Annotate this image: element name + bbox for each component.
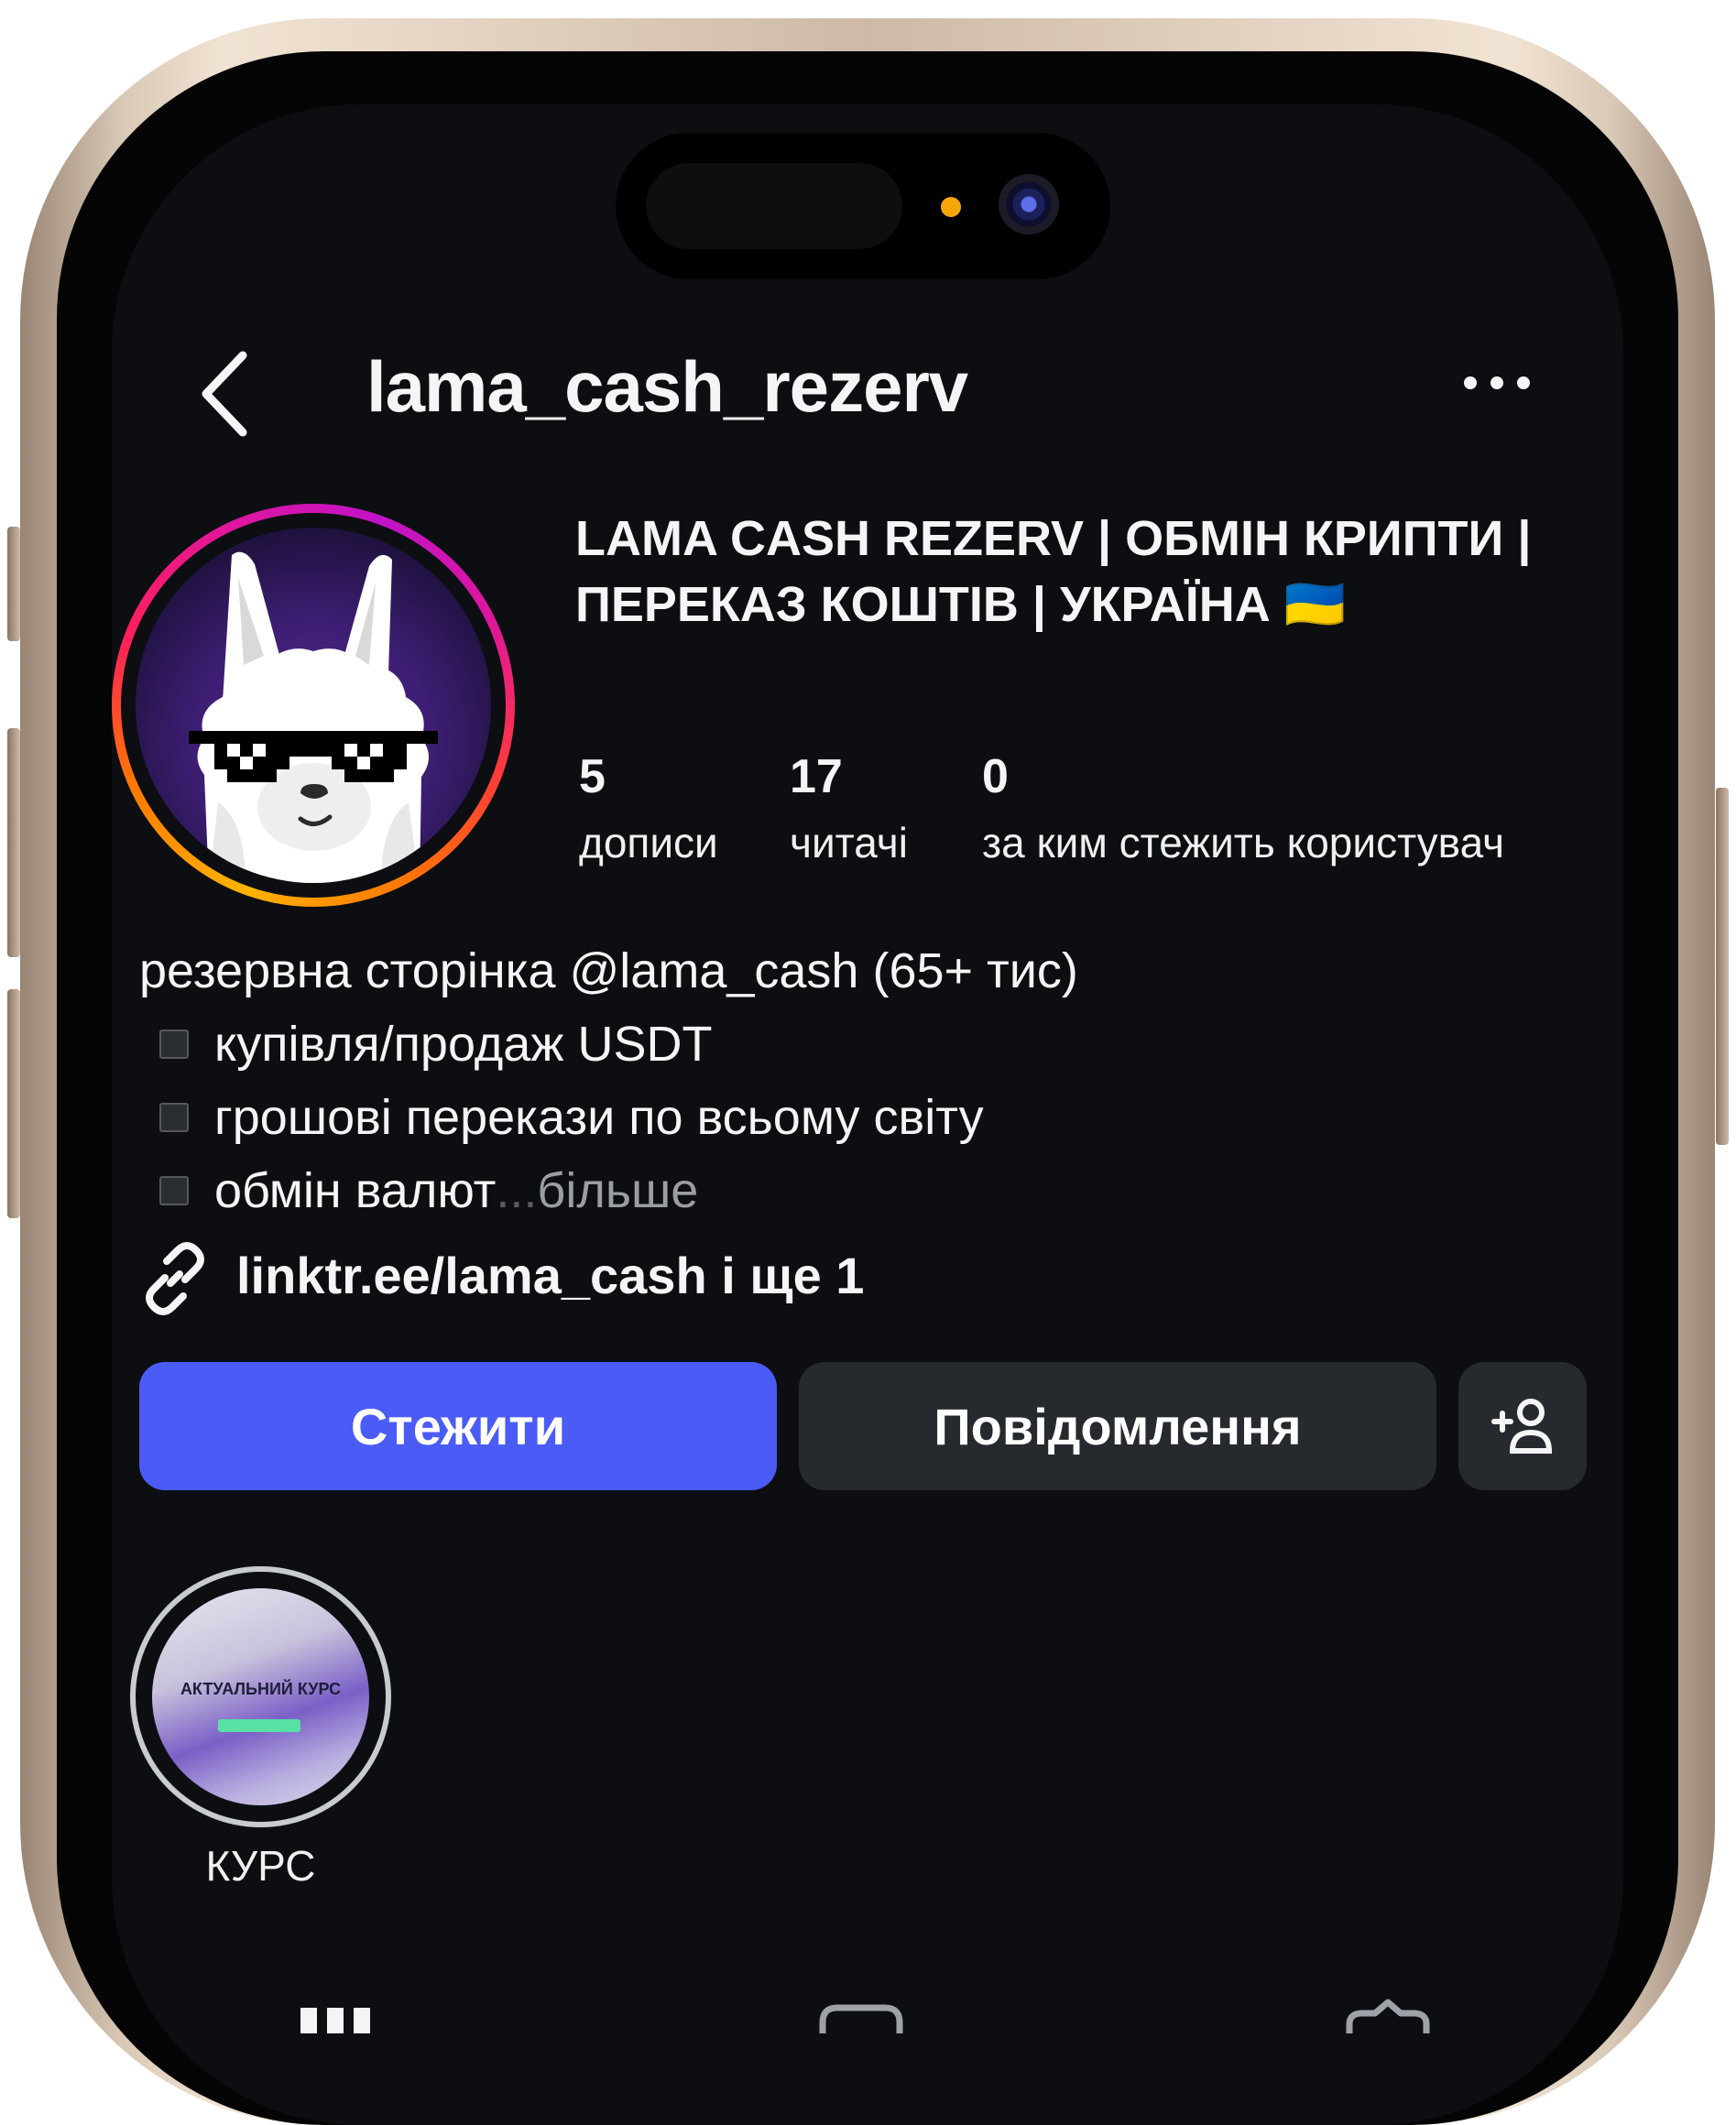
profile-username: lama_cash_rezerv [366, 346, 968, 427]
chevron-left-icon[interactable] [192, 348, 257, 440]
privacy-indicator-dot [941, 197, 961, 217]
profile-bio: резервна сторінка @lama_cash (65+ тис) к… [139, 934, 1078, 1227]
following-label[interactable]: за ким стежить користувач [982, 818, 1504, 867]
bio-line: обмін валют... більше [139, 1154, 1078, 1227]
posts-label[interactable]: дописи [579, 818, 718, 867]
bio-line: грошові перекази по всьому світу [139, 1081, 1078, 1154]
posts-count[interactable]: 5 [579, 749, 606, 804]
followers-count[interactable]: 17 [790, 749, 843, 804]
more-horizontal-icon[interactable] [1464, 373, 1530, 395]
profile-full-name: LAMA CASH REZERV | ОБМІН КРИПТИ | ПЕРЕКА… [575, 511, 1532, 632]
dynamic-island [616, 133, 1110, 279]
followers-label[interactable]: читачі [790, 818, 908, 867]
avatar-story-ring[interactable] [112, 504, 515, 907]
volume-up-button [7, 728, 20, 957]
square-bullet-icon [159, 1176, 189, 1205]
highlight-kurs[interactable]: АКТУАЛЬНИЙ КУРС [130, 1566, 391, 1827]
avatar [136, 528, 491, 883]
follow-button[interactable]: Стежити [139, 1362, 777, 1490]
highlight-label: КУРС [205, 1842, 316, 1890]
highlight-cover-text: АКТУАЛЬНИЙ КУРС [180, 1680, 342, 1698]
grid-tab-icon[interactable] [298, 1997, 376, 2033]
front-camera [999, 174, 1059, 234]
volume-down-button [7, 989, 20, 1218]
add-user-button[interactable] [1458, 1362, 1587, 1490]
mute-switch [7, 527, 20, 641]
bio-more-link[interactable]: більше [537, 1154, 698, 1227]
bio-ellipsis: ... [496, 1163, 538, 1218]
bio-line: купівля/продаж USDT [139, 1008, 1078, 1081]
square-bullet-icon [159, 1103, 189, 1132]
llama-logo [189, 551, 438, 883]
profile-link[interactable]: linktr.ee/lama_cash і ще 1 [236, 1246, 864, 1305]
reels-tab-icon[interactable] [815, 1997, 907, 2033]
add-user-icon [1491, 1399, 1553, 1454]
square-bullet-icon [159, 1030, 189, 1059]
message-button[interactable]: Повідомлення [799, 1362, 1436, 1490]
highlight-cover: АКТУАЛЬНИЙ КУРС [152, 1588, 369, 1805]
tagged-tab-icon[interactable] [1342, 1997, 1434, 2033]
power-button [1716, 788, 1729, 1145]
bio-line: резервна сторінка @lama_cash (65+ тис) [139, 943, 1078, 998]
link-icon [146, 1242, 204, 1315]
highlight-cover-chip [218, 1719, 300, 1732]
following-count[interactable]: 0 [982, 749, 1009, 804]
